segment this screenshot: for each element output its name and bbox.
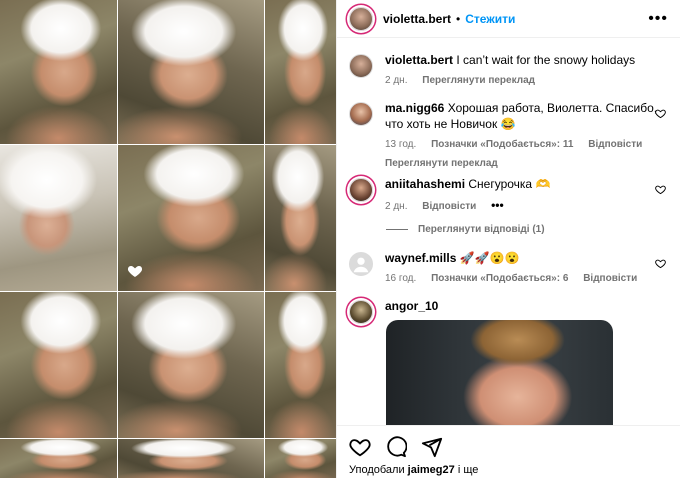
post-details-panel: violetta.bert • Стежити ••• violetta.ber… <box>336 0 680 478</box>
media-tile <box>118 145 264 291</box>
liked-by-user[interactable]: jaimeg27 <box>408 464 455 476</box>
heart-icon[interactable] <box>655 108 666 119</box>
avatar[interactable] <box>349 54 373 78</box>
media-tile <box>118 292 264 438</box>
follow-button[interactable]: Стежити <box>465 12 515 26</box>
media-tile <box>0 439 117 478</box>
comment-text: 🚀🚀😮😮 <box>459 251 520 265</box>
comment-item: ma.nigg66 Хорошая работа, Виолетта. Спас… <box>337 100 680 172</box>
comment-time[interactable]: 16 год. <box>385 273 416 284</box>
liked-by-prefix: Уподобали <box>349 464 405 476</box>
reply-button[interactable]: Відповісти <box>422 201 476 212</box>
comment-username[interactable]: aniitahashemi <box>385 177 465 191</box>
avatar[interactable] <box>349 300 373 324</box>
more-options-icon[interactable]: ••• <box>491 198 504 212</box>
media-tile <box>0 0 117 144</box>
post-caption: violetta.bert I can’t wait for the snowy… <box>337 52 680 89</box>
avatar[interactable] <box>349 102 373 126</box>
separator-dot: • <box>456 11 461 26</box>
heart-icon[interactable] <box>349 436 371 458</box>
comment-username[interactable]: ma.nigg66 <box>385 101 444 115</box>
heart-icon[interactable] <box>655 258 666 269</box>
caption-text: I can’t wait for the snowy holidays <box>456 53 636 67</box>
post-header: violetta.bert • Стежити ••• <box>337 0 680 38</box>
comments-list[interactable]: violetta.bert I can’t wait for the snowy… <box>337 38 680 426</box>
liked-by-text: Уподобали jaimeg27 і ще <box>337 458 680 476</box>
comment-likes[interactable]: Позначки «Подобається»: 11 <box>431 139 573 150</box>
media-tile <box>265 439 336 478</box>
comment-time[interactable]: 13 год. <box>385 139 416 150</box>
media-tile <box>118 0 264 144</box>
media-tile <box>118 439 264 478</box>
media-tile <box>265 0 336 144</box>
avatar[interactable] <box>349 252 373 276</box>
comment-item: waynef.mills 🚀🚀😮😮 16 год. Позначки «Подо… <box>337 250 680 287</box>
view-replies-label: Переглянути відповіді (1) <box>418 224 545 235</box>
caption-username[interactable]: violetta.bert <box>385 53 453 67</box>
comment-likes[interactable]: Позначки «Подобається»: 6 <box>431 273 568 284</box>
author-username[interactable]: violetta.bert <box>383 12 451 26</box>
comment-username[interactable]: waynef.mills <box>385 251 456 265</box>
media-tile <box>0 292 117 438</box>
translate-link[interactable]: Переглянути переклад <box>385 158 498 169</box>
share-icon[interactable] <box>421 436 443 458</box>
media-tile <box>0 145 117 291</box>
divider <box>386 229 408 230</box>
default-user-icon <box>353 257 369 273</box>
avatar[interactable] <box>349 178 373 202</box>
post-media[interactable] <box>0 0 336 478</box>
caption-time[interactable]: 2 дн. <box>385 75 407 86</box>
comment-gif[interactable] <box>386 320 613 426</box>
heart-icon[interactable] <box>655 184 666 195</box>
comment-icon[interactable] <box>385 436 407 458</box>
view-replies-button[interactable]: Переглянути відповіді (1) <box>386 224 545 235</box>
comment-username[interactable]: angor_10 <box>385 299 438 313</box>
comment-text: Снегурочка 🫶 <box>468 177 551 191</box>
comment-item: aniitahashemi Снегурочка 🫶 2 дн. Відпові… <box>337 176 680 215</box>
translate-link[interactable]: Переглянути переклад <box>422 75 535 86</box>
liked-by-suffix[interactable]: і ще <box>458 464 479 476</box>
media-tile <box>265 145 336 291</box>
media-tile <box>265 292 336 438</box>
reply-button[interactable]: Відповісти <box>588 139 642 150</box>
more-options-icon[interactable]: ••• <box>648 10 668 28</box>
comment-time[interactable]: 2 дн. <box>385 201 407 212</box>
reply-button[interactable]: Відповісти <box>583 273 637 284</box>
heart-icon[interactable] <box>127 263 143 279</box>
author-avatar[interactable] <box>349 6 373 31</box>
post-actions: Уподобали jaimeg27 і ще <box>337 425 680 478</box>
